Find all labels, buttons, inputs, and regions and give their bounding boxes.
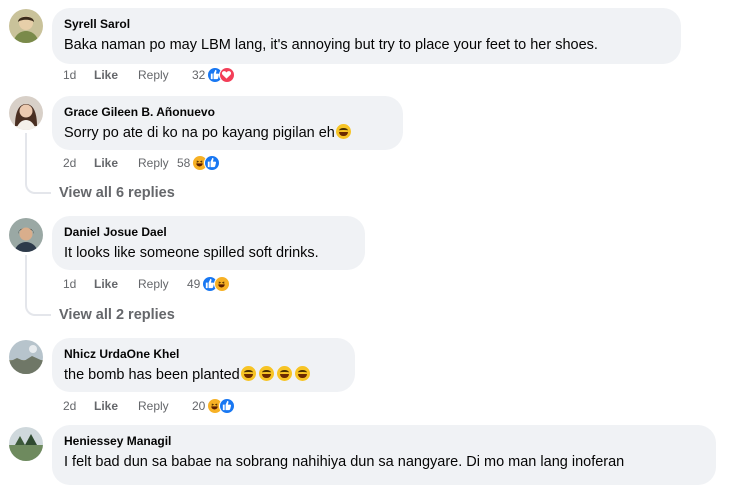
comment-text-content: Sorry po ate di ko na po kayang pigilan …	[64, 125, 335, 141]
thread-connector	[25, 292, 51, 316]
reaction-count[interactable]: 32	[192, 67, 205, 83]
comment-bubble: Heniessey Managil I felt bad dun sa baba…	[52, 425, 716, 485]
laughing-tears-emoji-icon	[240, 366, 256, 381]
like-button[interactable]: Like	[94, 155, 138, 171]
laughing-tears-emoji-icon	[258, 366, 274, 381]
comment-actions: 2d Like Reply 20	[63, 398, 236, 414]
avatar[interactable]	[9, 218, 43, 252]
avatar[interactable]	[9, 340, 43, 374]
comment-timestamp[interactable]: 2d	[63, 398, 94, 414]
like-reaction-icon	[219, 398, 236, 414]
avatar[interactable]	[9, 96, 43, 130]
comment-author[interactable]: Syrell Sarol	[64, 16, 669, 32]
comment-bubble: Nhicz UrdaOne Khel the bomb has been pla…	[52, 338, 355, 392]
reply-button[interactable]: Reply	[138, 276, 188, 292]
avatar[interactable]	[9, 427, 43, 461]
like-reaction-icon	[204, 155, 221, 171]
comment-author[interactable]: Nhicz UrdaOne Khel	[64, 346, 343, 362]
comment-text: Sorry po ate di ko na po kayang pigilan …	[64, 124, 391, 143]
comment-author[interactable]: Heniessey Managil	[64, 433, 704, 449]
comment-text: It looks like someone spilled soft drink…	[64, 245, 319, 261]
comment-bubble: Grace Gileen B. Añonuevo Sorry po ate di…	[52, 96, 403, 150]
comment-author[interactable]: Grace Gileen B. Añonuevo	[64, 104, 391, 120]
reaction-count[interactable]: 58	[177, 155, 190, 171]
comment-text: the bomb has been planted	[64, 366, 343, 385]
reaction-count[interactable]: 49	[187, 276, 200, 292]
laughing-tears-emoji-icon	[276, 366, 292, 381]
laughing-tears-emoji-icon	[294, 366, 310, 381]
like-button[interactable]: Like	[94, 276, 138, 292]
reply-button[interactable]: Reply	[138, 67, 188, 83]
comment-author[interactable]: Daniel Josue Dael	[64, 224, 353, 240]
love-reaction-icon	[219, 67, 236, 83]
comment-actions: 1d Like Reply 49	[63, 276, 231, 292]
comment-actions: 2d Like Reply 58	[63, 155, 221, 171]
comment-text-content: the bomb has been planted	[64, 367, 240, 383]
view-replies-link[interactable]: View all 2 replies	[59, 307, 175, 323]
comment-actions: 1d Like Reply 32	[63, 67, 236, 83]
comment-bubble: Syrell Sarol Baka naman po may LBM lang,…	[52, 8, 681, 64]
comment-timestamp[interactable]: 1d	[63, 276, 94, 292]
thread-connector	[25, 170, 51, 194]
comment-bubble: Daniel Josue Dael It looks like someone …	[52, 216, 365, 270]
comment-timestamp[interactable]: 1d	[63, 67, 94, 83]
laughing-tears-emoji-icon	[335, 124, 351, 139]
comment-timestamp[interactable]: 2d	[63, 155, 94, 171]
comment-text: I felt bad dun sa babae na sobrang nahih…	[64, 454, 625, 470]
view-replies-link[interactable]: View all 6 replies	[59, 185, 175, 201]
comment-text: Baka naman po may LBM lang, it's annoyin…	[64, 37, 598, 53]
avatar[interactable]	[9, 9, 43, 43]
like-button[interactable]: Like	[94, 67, 138, 83]
reaction-count[interactable]: 20	[192, 398, 205, 414]
like-button[interactable]: Like	[94, 398, 138, 414]
haha-reaction-icon	[214, 276, 231, 292]
reply-button[interactable]: Reply	[138, 398, 188, 414]
